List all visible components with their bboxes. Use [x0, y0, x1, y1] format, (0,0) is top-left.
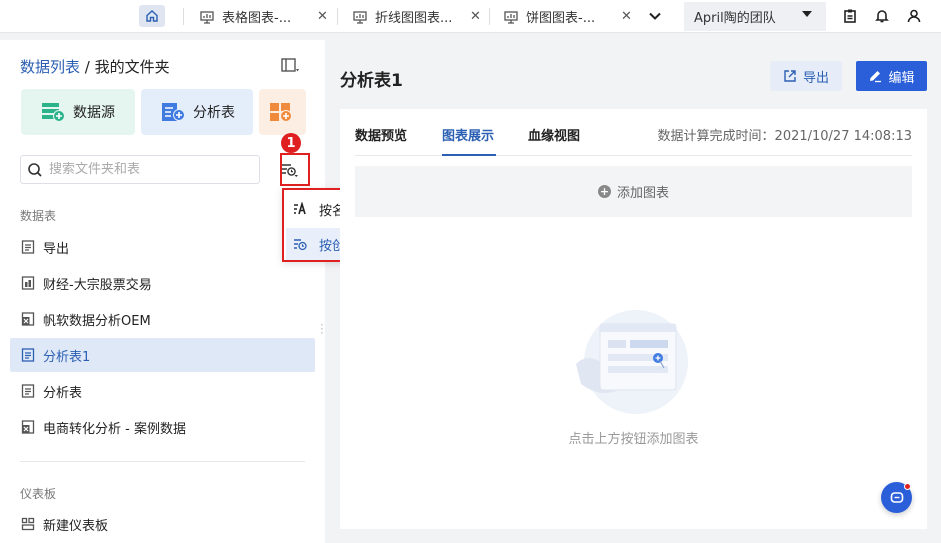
database-table-icon: [21, 276, 35, 290]
add-datasource-button[interactable]: 数据源: [21, 89, 135, 135]
excel-table-icon: [21, 312, 35, 326]
tab-close-icon[interactable]: ✕: [317, 9, 328, 24]
add-datasource-label: 数据源: [73, 105, 115, 121]
list-item[interactable]: 分析表: [10, 374, 315, 408]
list-item-label: 帆软数据分析OEM: [43, 313, 151, 329]
search-box: [20, 155, 260, 184]
edit-button[interactable]: 编辑: [856, 61, 927, 91]
list-item[interactable]: 财经-大宗股票交易: [10, 266, 315, 300]
section-title-dashboards: 仪表板: [20, 487, 57, 501]
list-item[interactable]: 帆软数据分析OEM: [10, 302, 315, 336]
top-tab-bar: 表格图表-... ✕ 折线图图表... ✕ 饼图图表-... ✕ April陶的…: [0, 0, 941, 33]
help-chat-button[interactable]: [881, 482, 912, 513]
tab-label: 饼图图表-...: [526, 11, 596, 26]
active-tab-indicator: [442, 154, 496, 156]
export-label: 导出: [802, 70, 829, 86]
excel-table-icon: [21, 420, 35, 434]
sheet-icon: [21, 240, 35, 254]
clipboard-icon[interactable]: [842, 8, 858, 24]
export-icon: [784, 70, 796, 82]
list-item[interactable]: 新建仪表板: [10, 507, 315, 541]
user-icon[interactable]: [906, 8, 922, 24]
add-circle-icon: +: [597, 185, 611, 198]
breadcrumb-data-list[interactable]: 数据列表: [20, 58, 80, 76]
calc-time-status: 数据计算完成时间：2021/10/27 14:08:13: [657, 129, 912, 144]
tab-lineage-view[interactable]: 血缘视图: [528, 125, 580, 144]
add-dashboard-icon: [270, 103, 292, 122]
page-title: 分析表1: [340, 71, 403, 91]
section-title-tables: 数据表: [20, 209, 57, 223]
list-item-label: 电商转化分析 - 案例数据: [43, 421, 186, 437]
tab-chart-display[interactable]: 图表展示: [442, 125, 494, 144]
tab-line-chart[interactable]: 折线图图表... ✕: [353, 0, 488, 33]
tab-separator: [489, 8, 490, 25]
empty-state-hint: 点击上方按钮添加图表: [568, 432, 699, 447]
add-datasource-icon: [42, 103, 65, 122]
add-analysis-icon: [162, 103, 185, 121]
home-icon: [146, 10, 158, 22]
search-icon: [28, 162, 42, 177]
chart-widget-icon: [353, 10, 367, 24]
more-tabs-chevron-icon[interactable]: [647, 8, 663, 24]
tab-table-chart[interactable]: 表格图表-... ✕: [200, 0, 335, 33]
caret-down-icon: [802, 11, 812, 17]
list-item-label: 财经-大宗股票交易: [43, 277, 152, 293]
sort-by-name-icon: [294, 202, 306, 215]
add-chart-label: 添加图表: [616, 186, 669, 201]
tab-close-icon[interactable]: ✕: [470, 9, 481, 24]
chart-widget-icon: [200, 10, 214, 24]
edit-icon: [870, 71, 882, 83]
dashboard-icon: [21, 517, 35, 531]
export-button[interactable]: 导出: [770, 61, 842, 91]
team-selector[interactable]: April陶的团队: [684, 2, 826, 31]
add-analysis-button[interactable]: 分析表: [141, 89, 253, 135]
list-item-selected[interactable]: 分析表1: [10, 338, 315, 372]
add-chart-button[interactable]: + 添加图表: [355, 166, 912, 217]
sheet-icon: [21, 348, 35, 362]
tab-pie-chart[interactable]: 饼图图表-... ✕: [504, 0, 639, 33]
sort-button-highlight: [280, 153, 310, 186]
breadcrumb-my-folder: 我的文件夹: [94, 58, 170, 76]
sidebar: 数据列表 / 我的文件夹 数据源 分析表 数据表 导出 财经-大宗股票交易 帆软…: [0, 40, 325, 543]
sheet-icon: [21, 384, 35, 398]
bell-icon[interactable]: [874, 8, 890, 24]
team-name: April陶的团队: [694, 11, 776, 26]
list-item-label: 导出: [43, 241, 70, 257]
list-item-label: 分析表: [43, 385, 83, 401]
empty-chart-illustration: [576, 310, 688, 414]
tab-separator: [183, 8, 184, 25]
chart-widget-icon: [504, 10, 518, 24]
list-item-label: 分析表1: [43, 349, 91, 365]
add-dashboard-button[interactable]: [259, 89, 306, 135]
breadcrumb-separator: /: [80, 58, 95, 76]
tab-label: 折线图图表...: [375, 11, 453, 26]
list-item[interactable]: 电商转化分析 - 案例数据: [10, 410, 315, 444]
step-1-badge: 1: [281, 133, 301, 153]
tab-close-icon[interactable]: ✕: [621, 9, 632, 24]
list-item-label: 新建仪表板: [43, 518, 109, 534]
sidebar-divider: [20, 461, 305, 462]
list-item[interactable]: 导出: [10, 230, 315, 264]
resize-handle[interactable]: · · ·: [320, 319, 324, 339]
search-input[interactable]: [49, 162, 249, 177]
tab-data-preview[interactable]: 数据预览: [355, 125, 407, 144]
panel-toggle-icon[interactable]: [280, 57, 300, 75]
content-card: 数据预览 图表展示 血缘视图 数据计算完成时间：2021/10/27 14:08…: [340, 109, 927, 529]
notification-dot: [904, 483, 911, 490]
chat-icon: [890, 491, 903, 503]
breadcrumb: 数据列表 / 我的文件夹: [20, 56, 170, 77]
home-button[interactable]: [139, 5, 165, 27]
add-analysis-label: 分析表: [193, 105, 235, 121]
edit-label: 编辑: [888, 70, 915, 86]
tab-separator: [337, 8, 338, 25]
sort-by-time-icon: [294, 239, 307, 251]
tab-divider: [355, 155, 912, 156]
tab-label: 表格图表-...: [222, 11, 292, 26]
